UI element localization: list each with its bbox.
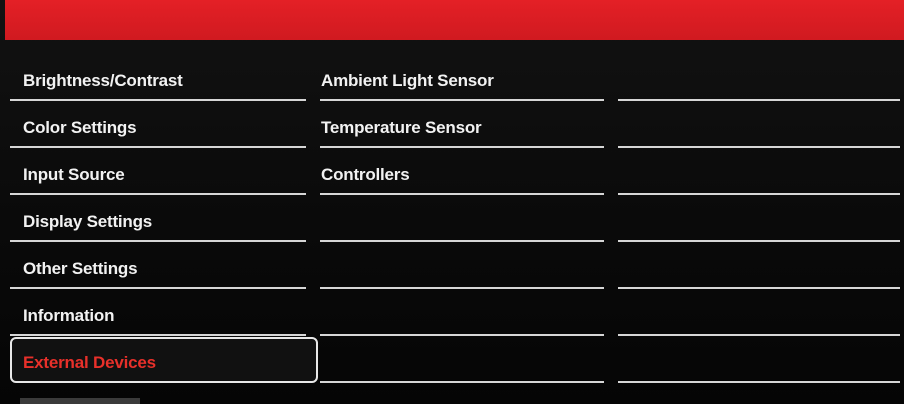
submenu-item-ambient-light-sensor[interactable]: Ambient Light Sensor	[320, 55, 604, 101]
menu-item-label: External Devices	[23, 353, 156, 372]
submenu-item-empty	[320, 243, 604, 289]
menu-item-display-settings[interactable]: Display Settings	[10, 196, 306, 242]
third-column-row	[618, 196, 900, 242]
menu-item-label: Color Settings	[23, 118, 137, 137]
third-column-row	[618, 243, 900, 289]
submenu-item-controllers[interactable]: Controllers	[320, 149, 604, 195]
submenu-item-label: Ambient Light Sensor	[321, 71, 494, 90]
menu-item-information[interactable]: Information	[10, 290, 306, 336]
submenu: Ambient Light Sensor Temperature Sensor …	[320, 55, 604, 384]
third-column-row	[618, 290, 900, 336]
menu-item-label: Input Source	[23, 165, 125, 184]
menu-item-label: Information	[23, 306, 115, 325]
monitor-osd-menu: Brightness/Contrast Color Settings Input…	[0, 0, 904, 404]
third-column-row	[618, 149, 900, 195]
menu-item-label: Display Settings	[23, 212, 153, 231]
menu-item-color-settings[interactable]: Color Settings	[10, 102, 306, 148]
third-column-row	[618, 102, 900, 148]
menu-item-brightness-contrast[interactable]: Brightness/Contrast	[10, 55, 306, 101]
submenu-item-label: Temperature Sensor	[321, 118, 482, 137]
third-column-row	[618, 337, 900, 383]
submenu-item-empty	[320, 290, 604, 336]
submenu-item-temperature-sensor[interactable]: Temperature Sensor	[320, 102, 604, 148]
menu-item-input-source[interactable]: Input Source	[10, 149, 306, 195]
submenu-item-label: Controllers	[321, 165, 410, 184]
header-bar	[5, 0, 904, 40]
submenu-item-empty	[320, 196, 604, 242]
submenu-item-empty	[320, 337, 604, 383]
next-menu-item-partial	[20, 398, 140, 404]
menu-item-other-settings[interactable]: Other Settings	[10, 243, 306, 289]
menu-item-label: Other Settings	[23, 259, 138, 278]
third-column-row	[618, 55, 900, 101]
menu-item-external-devices[interactable]: External Devices	[10, 337, 318, 383]
menu-item-label: Brightness/Contrast	[23, 71, 183, 90]
main-menu: Brightness/Contrast Color Settings Input…	[10, 55, 318, 384]
third-column	[618, 55, 900, 384]
